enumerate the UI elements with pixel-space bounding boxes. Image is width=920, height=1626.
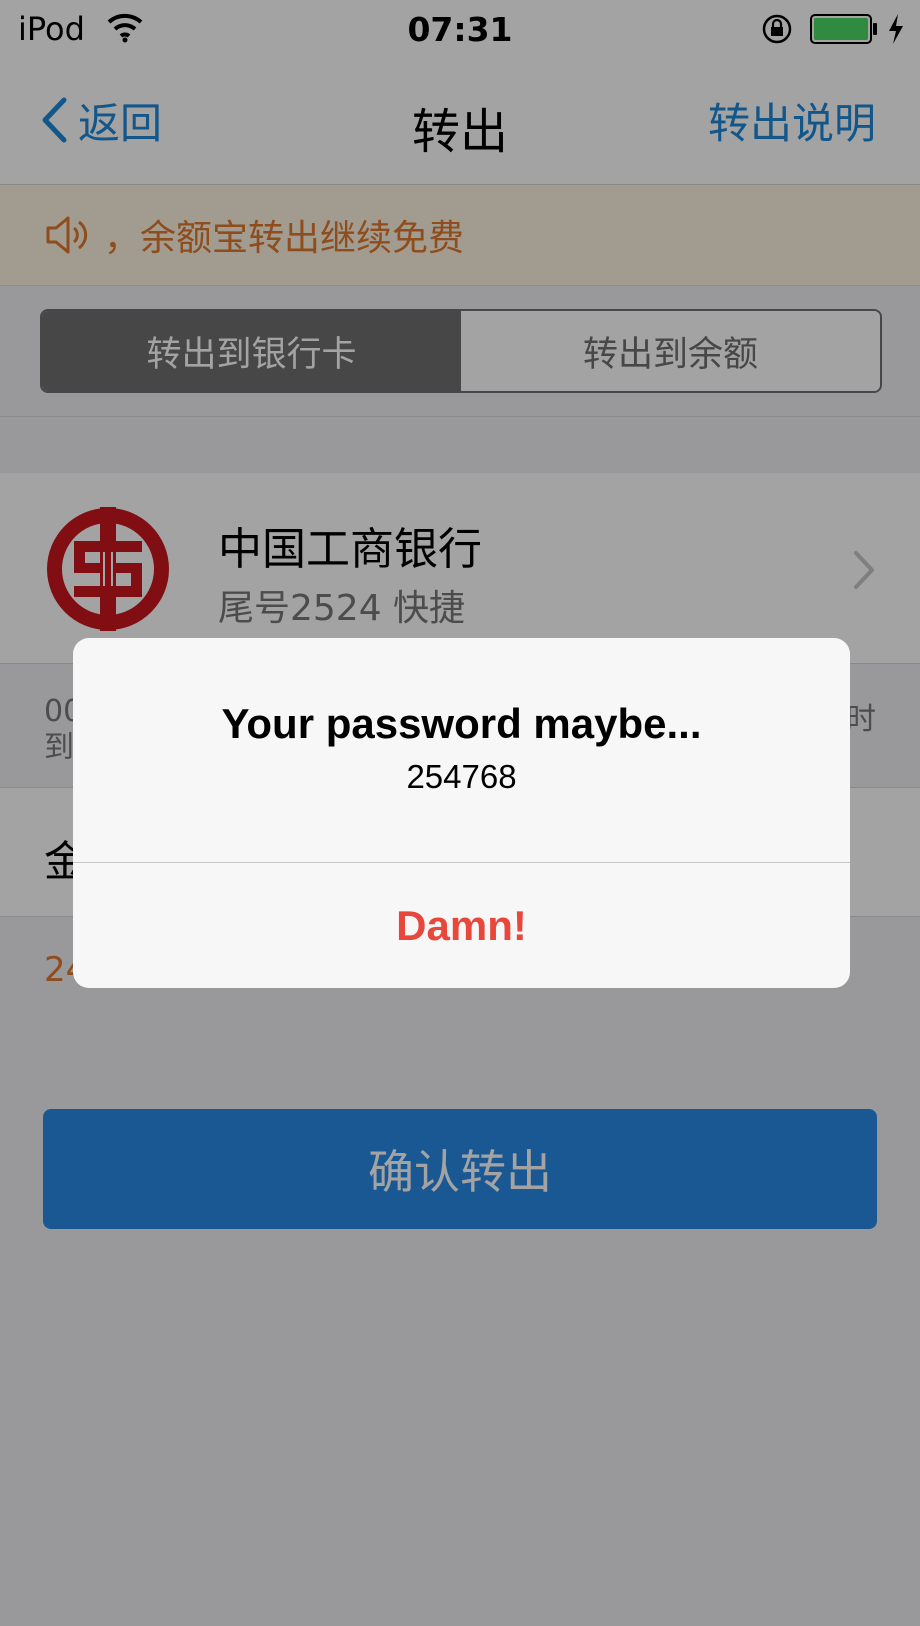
alert-title: Your password maybe... (221, 700, 702, 747)
alert-message: 254768 (406, 758, 517, 795)
alert-dialog: Your password maybe... 254768 Damn! (73, 638, 850, 988)
app-screen: iPod 07:31 返回 转出 转出说明 ，余额宝转出继续免费 转出到银行卡 … (0, 0, 920, 1626)
alert-dismiss-button[interactable]: Damn! (73, 863, 850, 988)
